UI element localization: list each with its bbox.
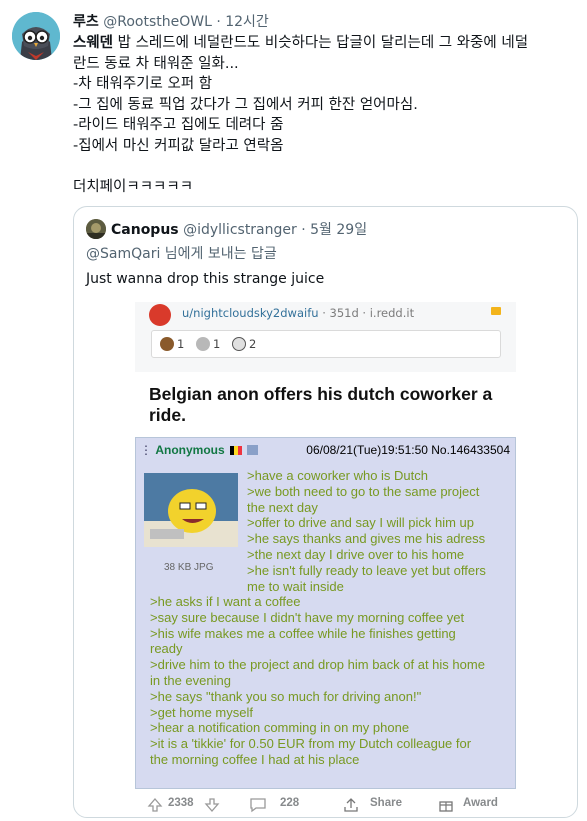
separator-dot: · — [216, 14, 221, 30]
award-count: 2 — [248, 337, 257, 351]
greentext-line: the morning coffee I had at his place — [150, 751, 360, 767]
tweet-line: -집에서 마신 커피값 달라고 연락옴 — [73, 137, 284, 154]
quoted-text: Just wanna drop this strange juice — [86, 271, 325, 287]
awards-bar: 1 1 2 — [151, 330, 501, 358]
quoted-avatar — [86, 219, 106, 239]
reddit-meta: · 351d · i.redd.it — [318, 306, 415, 320]
comment-icon — [249, 797, 267, 816]
attached-image[interactable]: u/nightcloudsky2dwaifu · 351d · i.redd.i… — [135, 302, 516, 817]
greentext-line: >get home myself — [150, 704, 253, 720]
award-count: 1 — [212, 337, 221, 351]
reddit-avatar — [149, 304, 171, 326]
reddit-post-header: u/nightcloudsky2dwaifu · 351d · i.redd.i… — [135, 302, 516, 372]
reddit-user-line: u/nightcloudsky2dwaifu · 351d · i.redd.i… — [182, 306, 414, 320]
bold-word: 스웨덴 — [73, 35, 114, 51]
greentext-line: ready — [150, 641, 183, 657]
post-thumbnail — [144, 473, 238, 547]
greentext-line: >drive him to the project and drop him b… — [150, 657, 485, 673]
quoted-date: 5월 29일 — [310, 222, 368, 238]
greentext-line: >he says "thank you so much for driving … — [150, 688, 422, 704]
award-hands-icon — [195, 337, 210, 351]
greentext-line: >we both need to go to the same project — [247, 483, 480, 499]
greentext-line: >he says thanks and gives me his adress — [247, 531, 486, 547]
owl-avatar[interactable] — [12, 12, 60, 60]
award: 2 — [231, 337, 257, 351]
post-header: ⋮ Anonymous 06/08/21(Tue)19:51:50 No.146… — [140, 442, 512, 458]
greentext-line: >he isn't fully ready to leave yet but o… — [247, 562, 486, 578]
share-icon — [343, 797, 359, 816]
tweet-line: -그 집에 동료 픽업 갔다가 그 집에서 커피 한잔 얻어마심. — [73, 96, 418, 113]
post-date-number: 06/08/21(Tue)19:51:50 No.146433504 — [306, 443, 510, 457]
greentext-line: me to wait inside — [247, 578, 344, 594]
tweet-header: 루츠 @RootstheOWL · 12시간 — [73, 12, 269, 32]
file-icon — [247, 445, 259, 455]
separator-dot: · — [301, 222, 306, 238]
poster-name: Anonymous — [155, 443, 225, 457]
greentext-line: >have a coworker who is Dutch — [247, 468, 429, 483]
greentext-line: >he asks if I want a coffee — [150, 594, 301, 609]
award: 1 — [195, 337, 221, 351]
award-icon — [438, 797, 454, 816]
file-info: 38 KB JPG — [164, 562, 214, 573]
downvote-icon — [204, 797, 220, 816]
author-name[interactable]: 루츠 — [73, 14, 99, 30]
tweet-timestamp[interactable]: 12시간 — [225, 14, 269, 30]
reddit-action-bar: 2338 228 Share Award — [135, 791, 516, 817]
award-face-icon — [231, 337, 246, 351]
award: 1 — [160, 337, 184, 351]
quoted-tweet[interactable]: Canopus @idyllicstranger · 5월 29일 @SamQa… — [73, 206, 578, 818]
tweet-line: -라이드 태워주고 집에도 데려다 줌 — [73, 117, 284, 133]
greentext-line: >it is a 'tikkie' for 0.50 EUR from my D… — [150, 736, 472, 752]
author-handle[interactable]: @RootstheOWL — [103, 14, 212, 30]
greentext-line: in the evening — [150, 672, 231, 688]
reddit-username: u/nightcloudsky2dwaifu — [182, 306, 319, 320]
reply-context: @SamQari 님에게 보내는 답글 — [86, 246, 277, 262]
greentext-post: ⋮ Anonymous 06/08/21(Tue)19:51:50 No.146… — [135, 437, 516, 789]
award-label: Award — [463, 797, 498, 809]
tweet-line: -차 태워주기로 오퍼 함 — [73, 76, 213, 92]
tweet-line: 스웨덴 밥 스레드에 네덜란드도 비슷하다는 답글이 달리는데 그 와중에 네덜 — [73, 33, 578, 54]
tweet-line: 란드 동료 차 태워준 일화... — [73, 55, 239, 72]
share-label: Share — [370, 797, 402, 809]
tweet-line: 더치페이ㅋㅋㅋㅋㅋ — [73, 178, 194, 195]
greentext-line: >say sure because I didn't have my morni… — [150, 609, 465, 625]
greentext-line: >offer to drive and say I will pick him … — [247, 515, 475, 531]
quoted-author-handle: @idyllicstranger — [183, 222, 297, 238]
greentext-line: >hear a notification comming in on my ph… — [150, 720, 410, 736]
greentext-line: >his wife makes me a coffee while he fin… — [150, 625, 456, 641]
greentext-line: >the next day I drive over to his home — [247, 546, 465, 562]
greentext-line: the next day — [247, 499, 318, 515]
line-text: 밥 스레드에 네덜란드도 비슷하다는 답글이 달리는데 그 와중에 네덜 — [113, 35, 529, 51]
vote-count: 2338 — [168, 797, 194, 809]
greentext-block: >have a coworker who is Dutch >we both n… — [247, 468, 486, 594]
upvote-icon — [147, 797, 163, 816]
comment-count: 228 — [280, 797, 300, 809]
tweet[interactable]: 루츠 @RootstheOWL · 12시간 스웨덴 밥 스레드에 네덜란드도 … — [0, 0, 587, 821]
belgium-flag-icon — [230, 443, 243, 455]
tweet-text: 스웨덴 밥 스레드에 네덜란드도 비슷하다는 답글이 달리는데 그 와중에 네덜… — [73, 33, 578, 197]
award-count: 1 — [177, 337, 185, 351]
quoted-author-name: Canopus — [111, 222, 179, 238]
award-bear-icon — [160, 337, 174, 351]
reddit-post-title: Belgian anon offers his dutch coworker a… — [149, 384, 493, 425]
greentext-block: >he asks if I want a coffee >say sure be… — [150, 594, 485, 768]
bookmark-icon — [491, 307, 501, 315]
menu-arrow-icon: ⋮ — [140, 443, 152, 457]
quoted-header: Canopus @idyllicstranger · 5월 29일 — [86, 219, 367, 240]
